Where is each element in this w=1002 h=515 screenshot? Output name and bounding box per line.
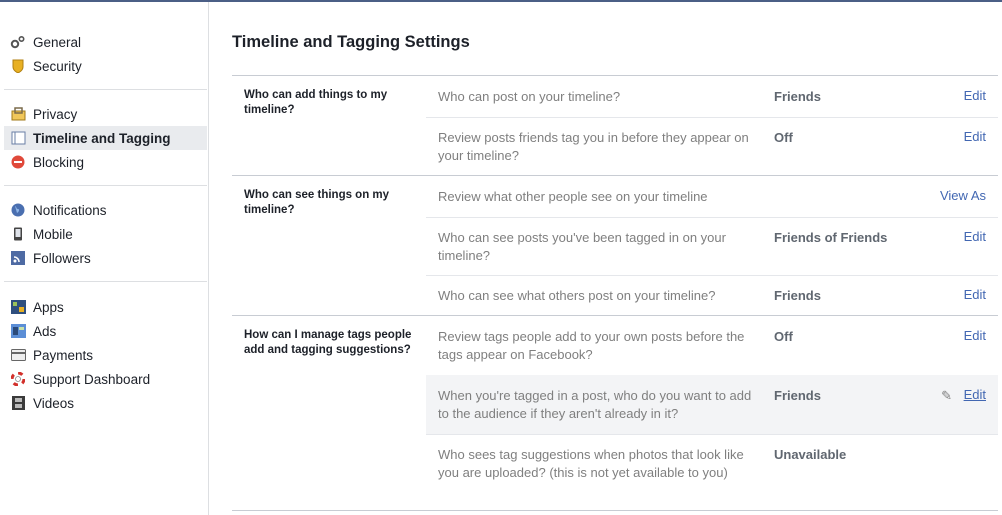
sidebar-item-label: Payments [33,347,94,363]
row-value: Off [774,329,793,344]
sidebar-item-apps[interactable]: Apps [4,295,207,319]
settings-row[interactable]: When you're tagged in a post, who do you… [426,375,998,435]
settings-sidebar: General Security Privacy Timeline and Ta… [0,2,209,515]
section-title: Who can add things to my timeline? [244,89,388,116]
row-label: Review what other people see on your tim… [438,189,708,204]
sidebar-item-payments[interactable]: Payments [4,343,207,367]
row-value: Off [774,130,793,145]
sidebar-item-label: Timeline and Tagging [33,130,171,146]
edit-link[interactable]: Edit [964,229,986,244]
edit-link[interactable]: Edit [964,88,986,103]
shield-icon [10,58,26,74]
row-label: Review posts friends tag you in before t… [438,130,749,163]
globe-icon [10,202,26,218]
edit-link[interactable]: Edit [964,129,986,144]
sidebar-item-label: Mobile [33,226,73,242]
settings-section-manage-tags: How can I manage tags people add and tag… [232,315,998,511]
timeline-icon [10,130,26,146]
sidebar-item-label: Videos [33,395,75,411]
sidebar-item-ads[interactable]: Ads [4,319,207,343]
rss-icon [10,250,26,266]
sidebar-item-label: Security [33,58,82,74]
row-label: Who sees tag suggestions when photos tha… [438,447,744,480]
row-value: Friends [774,288,821,303]
settings-row[interactable]: Who can post on your timeline? Friends E… [426,76,998,118]
lock-icon [10,106,26,122]
row-value: Friends [774,388,821,403]
mobile-icon [10,226,26,242]
sidebar-item-label: Support Dashboard [33,371,151,387]
row-label: When you're tagged in a post, who do you… [438,388,752,421]
settings-row[interactable]: Review tags people add to your own posts… [426,316,998,376]
sidebar-item-privacy[interactable]: Privacy [4,102,207,126]
row-label: Who can see posts you've been tagged in … [438,230,726,263]
sidebar-item-label: Blocking [33,154,85,170]
sidebar-item-followers[interactable]: Followers [4,246,207,270]
sidebar-item-videos[interactable]: Videos [4,391,207,415]
row-label: Who can post on your timeline? [438,89,621,104]
settings-row: Who sees tag suggestions when photos tha… [426,434,998,511]
settings-row[interactable]: Review what other people see on your tim… [426,176,998,218]
sidebar-item-notifications[interactable]: Notifications [4,198,207,222]
edit-link[interactable]: Edit [964,287,986,302]
row-value: Friends [774,89,821,104]
sidebar-item-general[interactable]: General [4,30,207,54]
settings-section-add-things: Who can add things to my timeline? Who c… [232,75,998,175]
settings-row[interactable]: Review posts friends tag you in before t… [426,117,998,175]
blocking-icon [10,154,26,170]
gear-icon [10,34,26,50]
sidebar-divider [4,185,207,186]
settings-row[interactable]: Who can see what others post on your tim… [426,275,998,315]
edit-link[interactable]: Edit [964,387,986,402]
sidebar-item-label: Followers [33,250,91,266]
row-value: Friends of Friends [774,230,888,245]
sidebar-item-label: Apps [33,299,64,315]
ads-icon [10,323,26,339]
row-label: Review tags people add to your own posts… [438,329,745,362]
sidebar-item-blocking[interactable]: Blocking [4,150,207,174]
apps-icon [10,299,26,315]
section-title: Who can see things on my timeline? [244,189,390,216]
page-title: Timeline and Tagging Settings [232,33,470,51]
row-label: Who can see what others post on your tim… [438,288,716,303]
view-as-link[interactable]: View As [940,188,986,203]
row-value: Unavailable [774,447,847,462]
edit-link[interactable]: Edit [964,328,986,343]
sidebar-item-mobile[interactable]: Mobile [4,222,207,246]
sidebar-item-label: General [33,34,82,50]
sidebar-item-label: Privacy [33,106,78,122]
sidebar-item-label: Notifications [33,202,107,218]
section-title: How can I manage tags people add and tag… [244,329,412,356]
sidebar-item-support-dashboard[interactable]: Support Dashboard [4,367,207,391]
sidebar-item-label: Ads [33,323,57,339]
card-icon [10,347,26,363]
section-divider [232,510,998,511]
sidebar-divider [4,281,207,282]
sidebar-item-security[interactable]: Security [4,54,207,78]
sidebar-item-timeline-and-tagging[interactable]: Timeline and Tagging [4,126,207,150]
film-icon [10,395,26,411]
lifebuoy-icon [10,371,26,387]
settings-section-see-things: Who can see things on my timeline? Revie… [232,175,998,315]
pencil-icon: ✎ [941,388,952,403]
settings-row[interactable]: Who can see posts you've been tagged in … [426,217,998,276]
sidebar-divider [4,89,207,90]
